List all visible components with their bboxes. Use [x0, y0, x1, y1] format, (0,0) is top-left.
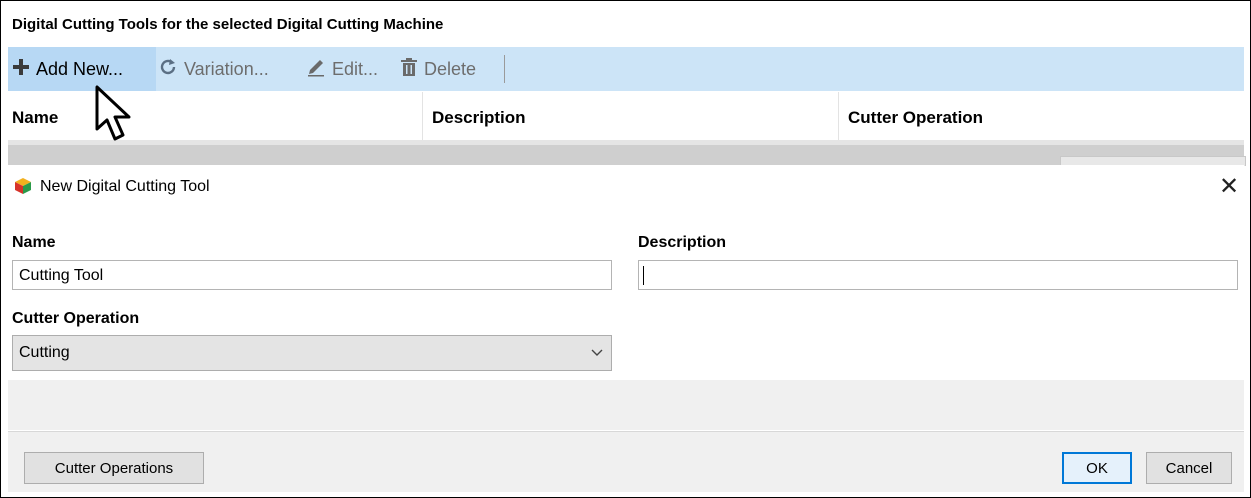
column-divider[interactable] — [838, 92, 839, 140]
new-tool-dialog: New Digital Cutting Tool ✕ Name Cutting … — [8, 165, 1244, 492]
edit-label: Edit... — [332, 58, 379, 79]
grid-header: Name Description Cutter Operation — [8, 92, 1244, 140]
trash-icon — [400, 57, 418, 82]
column-header-cutter-operation[interactable]: Cutter Operation — [848, 108, 983, 128]
name-input[interactable]: Cutting Tool — [12, 260, 612, 290]
column-header-name[interactable]: Name — [12, 108, 58, 128]
column-divider[interactable] — [422, 92, 423, 140]
cutter-operation-select[interactable]: Cutting — [12, 335, 612, 371]
form-area: Name Cutting Tool Description Cutter Ope… — [8, 212, 1244, 380]
variation-label: Variation... — [184, 58, 269, 79]
description-input[interactable] — [638, 260, 1238, 290]
dialog-body: Name Cutting Tool Description Cutter Ope… — [8, 212, 1244, 430]
dialog-titlebar: New Digital Cutting Tool ✕ — [8, 165, 1244, 211]
cutter-operations-button[interactable]: Cutter Operations — [24, 452, 204, 484]
pencil-icon — [306, 57, 326, 82]
panel-title: Digital Cutting Tools for the selected D… — [12, 16, 444, 33]
refresh-icon — [158, 57, 178, 82]
ok-button[interactable]: OK — [1062, 452, 1132, 484]
close-icon[interactable]: ✕ — [1216, 173, 1242, 200]
column-header-description[interactable]: Description — [432, 108, 526, 128]
delete-button[interactable]: Delete — [400, 47, 476, 91]
grid-body — [8, 145, 1244, 165]
toolbar: Add New... Variation... Edit... Delete — [8, 47, 1244, 91]
cutter-operation-value: Cutting — [19, 344, 70, 361]
edit-button[interactable]: Edit... — [306, 47, 378, 91]
cancel-button[interactable]: Cancel — [1146, 452, 1232, 484]
chevron-down-icon — [591, 344, 603, 360]
plus-icon — [12, 58, 30, 81]
cube-app-icon — [14, 177, 32, 195]
toolbar-separator — [504, 55, 505, 83]
dialog-title: New Digital Cutting Tool — [40, 178, 210, 195]
description-label: Description — [638, 234, 727, 251]
dialog-footer: Cutter Operations OK Cancel — [8, 431, 1244, 492]
name-label: Name — [12, 234, 56, 251]
text-caret — [643, 266, 644, 285]
mouse-pointer-icon — [93, 85, 137, 145]
delete-label: Delete — [424, 58, 477, 79]
add-new-label: Add New... — [36, 58, 124, 79]
cutter-operation-label: Cutter Operation — [12, 310, 140, 327]
variation-button[interactable]: Variation... — [158, 47, 269, 91]
